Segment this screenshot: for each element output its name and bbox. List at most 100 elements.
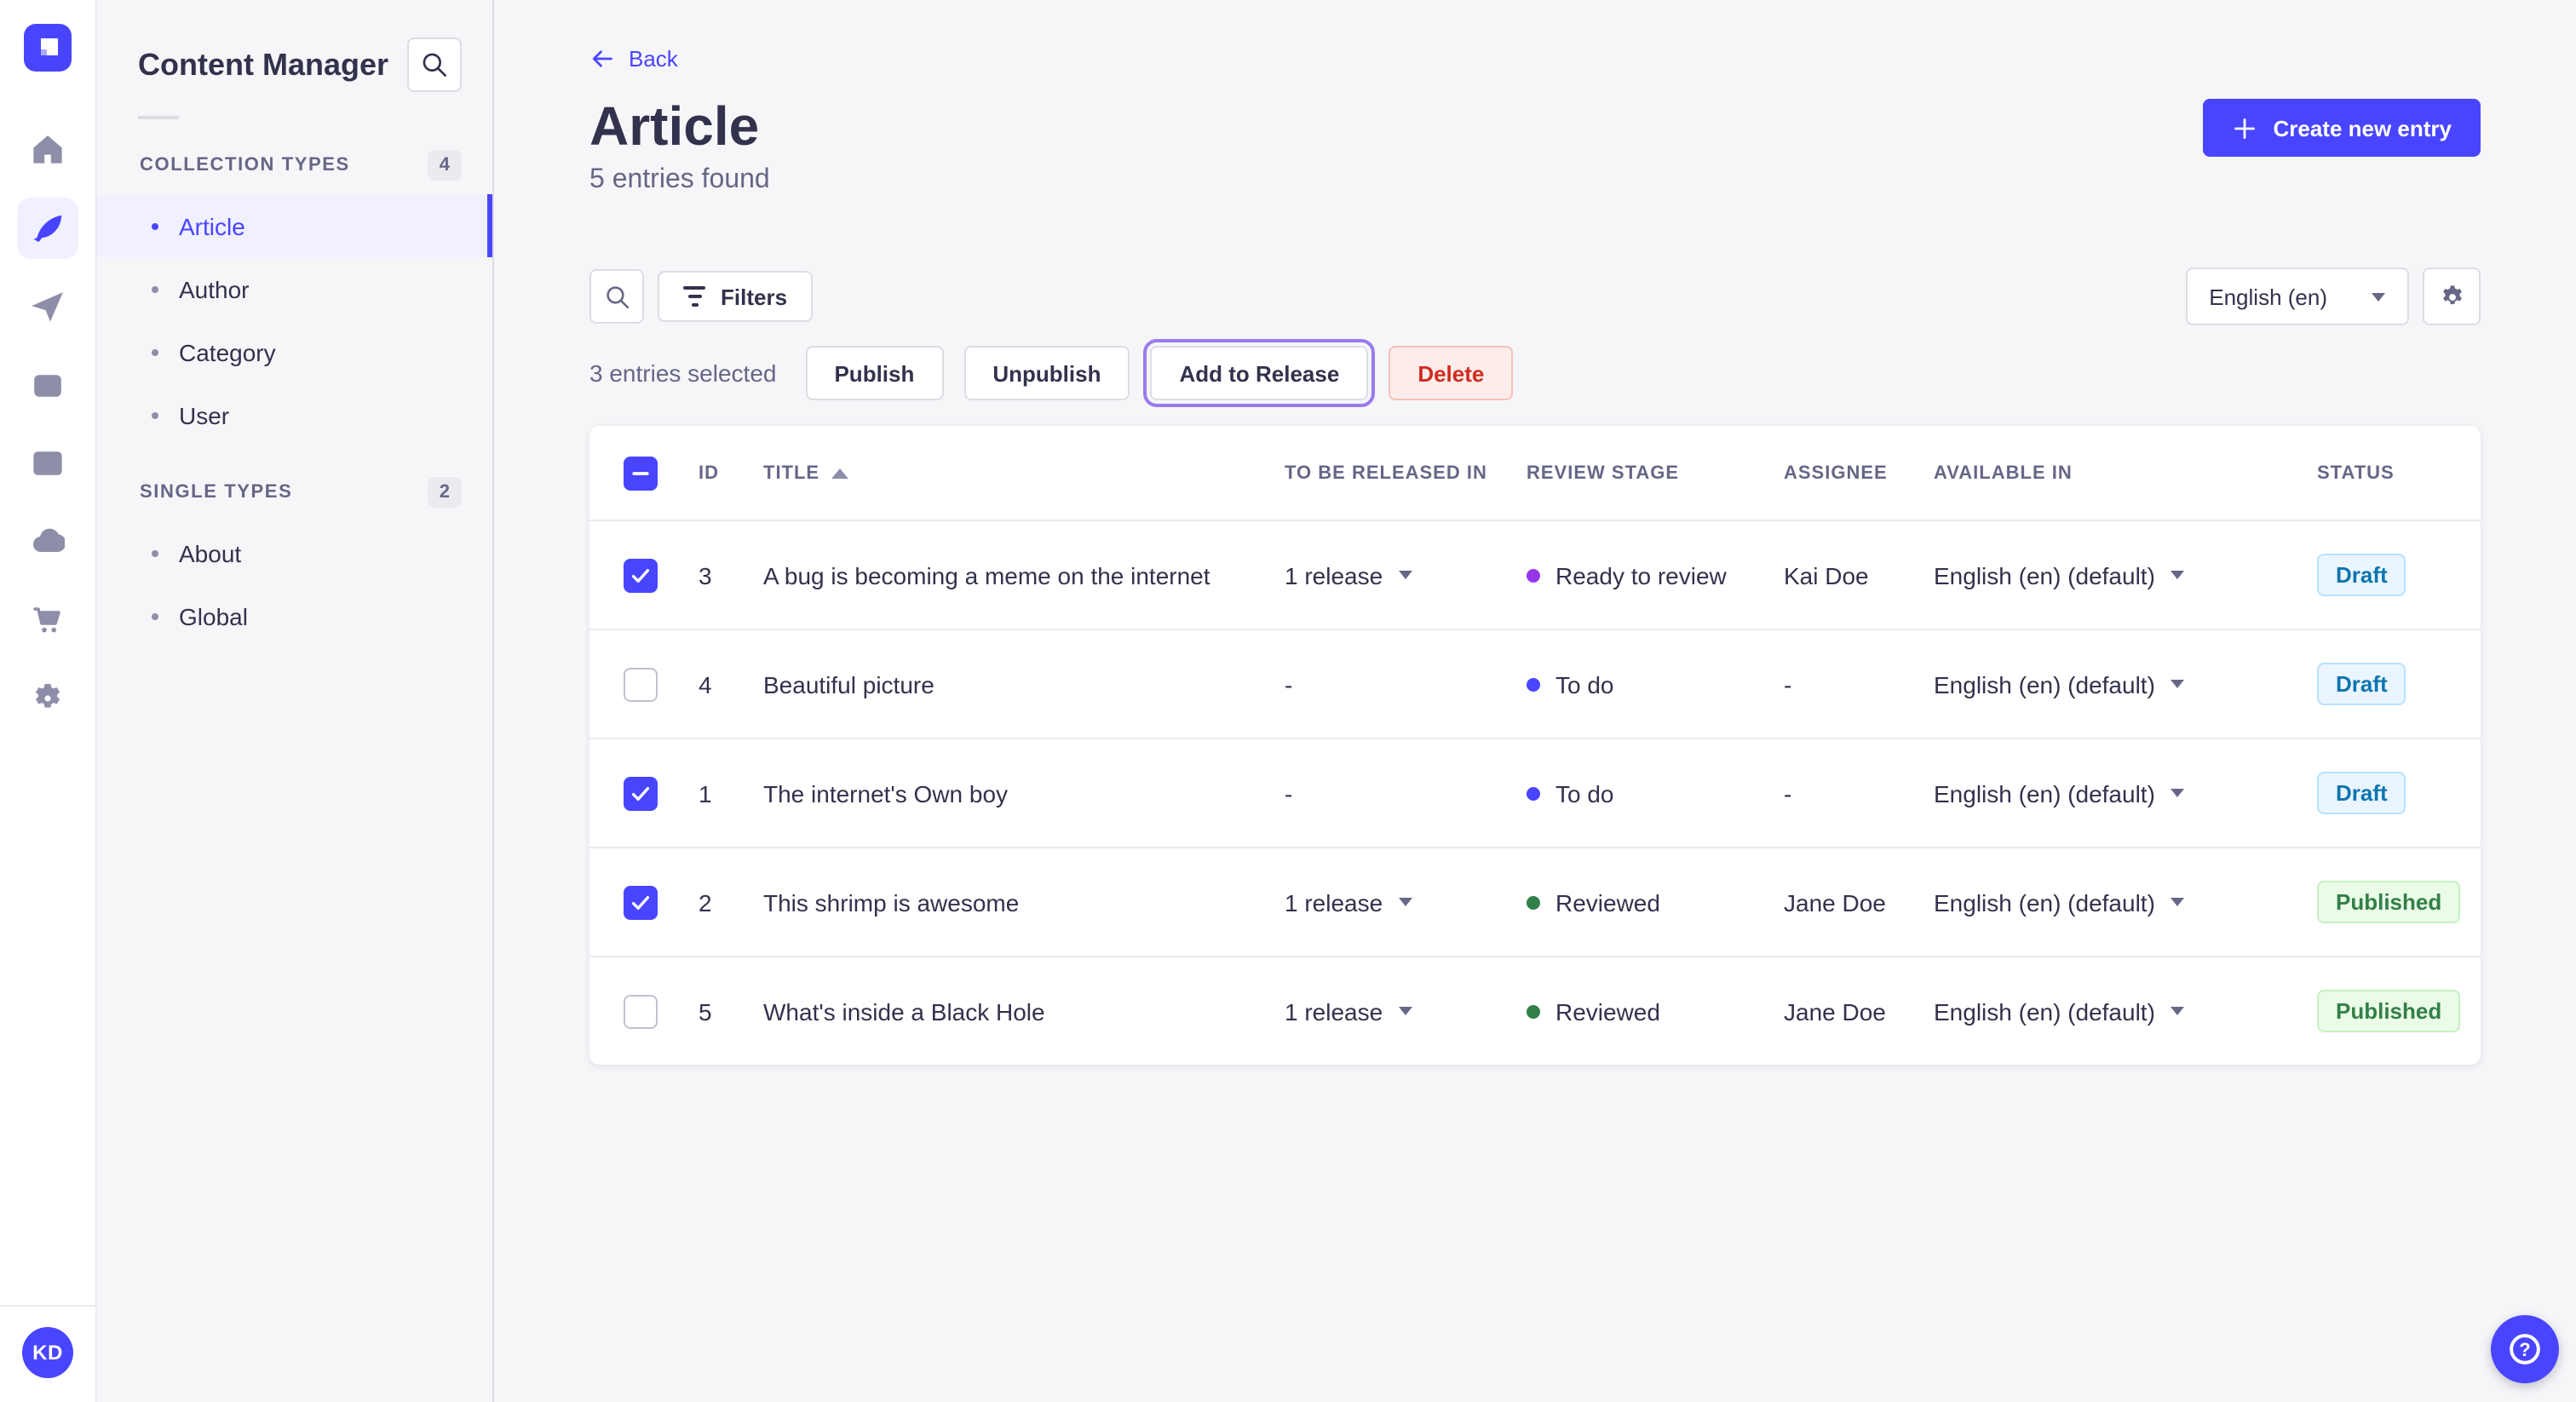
row-checkbox[interactable] (624, 558, 658, 592)
cell-available-in[interactable]: English (en) (default) (1934, 888, 2317, 916)
subnav-search-button[interactable] (407, 37, 462, 92)
cell-release[interactable]: 1 release (1285, 561, 1527, 589)
locale-select[interactable]: English (en) (2185, 267, 2409, 325)
content-type-builder-icon[interactable] (17, 433, 78, 494)
strapi-logo[interactable] (24, 24, 72, 72)
search-icon (606, 285, 629, 308)
user-avatar[interactable]: KD (22, 1327, 73, 1378)
check-icon (631, 895, 650, 909)
table-row[interactable]: 5 What's inside a Black Hole 1 release R… (589, 956, 2481, 1065)
main-nav-icons (17, 119, 78, 729)
cell-title: A bug is becoming a meme on the internet (763, 561, 1210, 589)
section-count-badge: 2 (427, 477, 462, 508)
row-checkbox[interactable] (624, 994, 658, 1028)
select-all-checkbox[interactable] (624, 456, 658, 490)
settings-gear-icon[interactable] (17, 668, 78, 729)
entries-count-subtitle: 5 entries found (589, 165, 770, 194)
column-header-status[interactable]: STATUS (2317, 463, 2481, 483)
publish-button[interactable]: Publish (805, 346, 944, 400)
cell-release[interactable]: - (1285, 670, 1527, 698)
chevron-down-icon (2170, 680, 2184, 688)
row-checkbox[interactable] (624, 776, 658, 810)
home-icon[interactable] (17, 119, 78, 181)
chevron-down-icon (2170, 789, 2184, 797)
indeterminate-icon (632, 471, 649, 474)
back-link[interactable]: Back (589, 46, 678, 72)
cell-title: What's inside a Black Hole (763, 997, 1045, 1025)
cell-assignee: Jane Doe (1784, 997, 1886, 1025)
cell-release[interactable]: 1 release (1285, 997, 1527, 1025)
bullet-icon (152, 549, 158, 556)
create-new-entry-button[interactable]: Create new entry (2203, 99, 2481, 157)
column-header-id[interactable]: ID (699, 463, 763, 483)
cell-id: 2 (699, 888, 712, 916)
cell-review-stage: To do (1527, 670, 1784, 698)
strapi-logo-icon (41, 38, 58, 55)
chevron-down-icon (1398, 571, 1412, 579)
sidebar-item-label: About (179, 539, 242, 566)
cell-id: 1 (699, 779, 712, 807)
cell-release[interactable]: 1 release (1285, 888, 1527, 916)
locale-value: English (en) (2209, 284, 2327, 309)
entries-table: ID TITLE TO BE RELEASED IN REVIEW STAGE … (589, 426, 2481, 1065)
search-button[interactable] (589, 269, 644, 324)
stage-dot (1527, 1004, 1540, 1018)
column-header-assignee[interactable]: ASSIGNEE (1784, 463, 1934, 483)
cell-release[interactable]: - (1285, 779, 1527, 807)
sidebar-item-user[interactable]: User (97, 383, 492, 446)
column-header-release[interactable]: TO BE RELEASED IN (1285, 463, 1527, 483)
row-checkbox[interactable] (624, 885, 658, 919)
section-label: COLLECTION TYPES (140, 155, 350, 175)
sidebar-item-label: Article (179, 212, 245, 239)
table-row[interactable]: 3 A bug is becoming a meme on the intern… (589, 520, 2481, 629)
media-library-icon[interactable] (17, 354, 78, 416)
row-checkbox[interactable] (624, 667, 658, 701)
help-button[interactable]: ? (2491, 1315, 2559, 1383)
sidebar-item-article[interactable]: Article (97, 194, 492, 257)
question-mark-icon: ? (2510, 1334, 2540, 1365)
cloud-icon[interactable] (17, 511, 78, 572)
unpublish-button[interactable]: Unpublish (963, 346, 1130, 400)
chevron-down-icon (1398, 1007, 1412, 1015)
delete-button[interactable]: Delete (1389, 346, 1514, 400)
bullet-icon (152, 348, 158, 355)
cell-available-in[interactable]: English (en) (default) (1934, 997, 2317, 1025)
cell-available-in[interactable]: English (en) (default) (1934, 561, 2317, 589)
stage-dot (1527, 677, 1540, 691)
arrow-left-icon (592, 50, 612, 67)
sidebar-item-author[interactable]: Author (97, 257, 492, 320)
cell-available-in[interactable]: English (en) (default) (1934, 779, 2317, 807)
stage-dot (1527, 786, 1540, 800)
subnav-title: Content Manager (138, 47, 389, 81)
bullet-icon (152, 411, 158, 418)
back-label: Back (629, 46, 678, 72)
section-count-badge: 4 (427, 150, 462, 181)
filters-label: Filters (721, 284, 788, 309)
table-row[interactable]: 4 Beautiful picture - To do - English (e… (589, 629, 2481, 738)
stage-dot (1527, 895, 1540, 909)
sidebar-item-global[interactable]: Global (97, 584, 492, 647)
sidebar-item-about[interactable]: About (97, 521, 492, 584)
cell-id: 4 (699, 670, 712, 698)
page-title: Article (589, 95, 760, 157)
table-row[interactable]: 1 The internet's Own boy - To do - Engli… (589, 738, 2481, 847)
cell-available-in[interactable]: English (en) (default) (1934, 670, 2317, 698)
marketplace-cart-icon[interactable] (17, 589, 78, 651)
status-badge: Draft (2317, 554, 2406, 596)
release-paper-plane-icon[interactable] (17, 276, 78, 337)
app-root: KD Content Manager COLLECTION TYPES 4 Ar… (0, 0, 2576, 1402)
section-header: SINGLE TYPES 2 (97, 463, 492, 521)
view-settings-button[interactable] (2423, 267, 2481, 325)
sidebar-item-category[interactable]: Category (97, 320, 492, 383)
content-manager-subnav: Content Manager COLLECTION TYPES 4 Artic… (97, 0, 494, 1402)
table-header-row: ID TITLE TO BE RELEASED IN REVIEW STAGE … (589, 426, 2481, 520)
subnav-divider (138, 116, 179, 119)
content-manager-feather-icon[interactable] (17, 198, 78, 259)
filters-button[interactable]: Filters (658, 271, 814, 322)
column-header-title[interactable]: TITLE (763, 463, 1285, 483)
column-header-review-stage[interactable]: REVIEW STAGE (1527, 463, 1784, 483)
column-header-available-in[interactable]: AVAILABLE IN (1934, 463, 2317, 483)
table-row[interactable]: 2 This shrimp is awesome 1 release Revie… (589, 847, 2481, 956)
bullet-icon (152, 612, 158, 619)
add-to-release-button[interactable]: Add to Release (1143, 339, 1376, 407)
